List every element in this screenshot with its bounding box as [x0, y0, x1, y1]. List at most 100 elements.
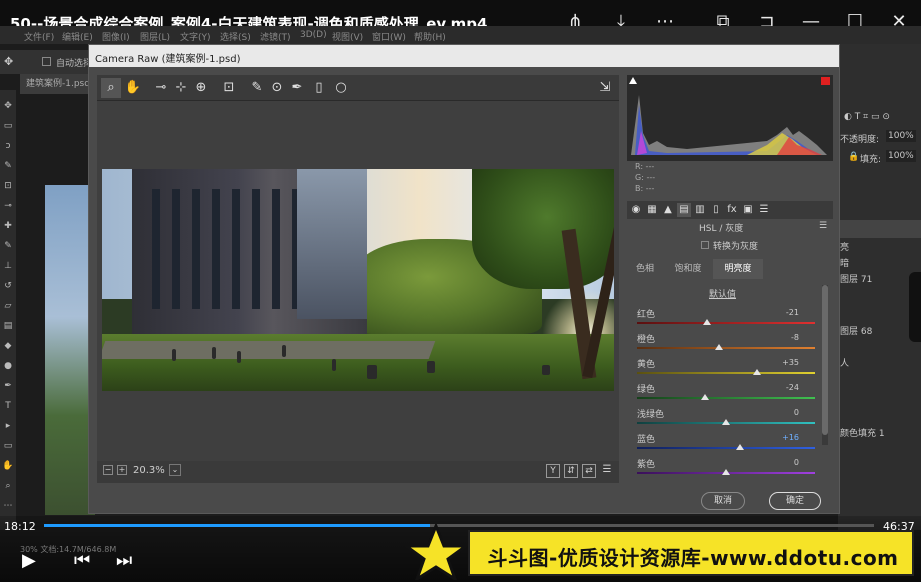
slider-track[interactable] — [637, 397, 815, 399]
auto-select-checkbox[interactable] — [42, 57, 51, 66]
layer-row[interactable]: 图层 68 — [840, 324, 872, 337]
layer-row[interactable]: 人 — [840, 356, 849, 369]
slider-value[interactable]: 0 — [759, 408, 799, 417]
effects-icon[interactable]: fx — [725, 203, 739, 217]
slider-value[interactable]: -8 — [759, 333, 799, 342]
layer-filter-icons[interactable]: ◐ T ⌗ ▭ ⊙ — [844, 112, 890, 122]
shadow-clip-icon[interactable] — [629, 77, 637, 84]
slider-thumb[interactable] — [722, 469, 730, 475]
ps-menu-item[interactable]: 帮助(H) — [414, 30, 446, 43]
slider-track[interactable] — [637, 372, 815, 374]
grayscale-checkbox[interactable] — [701, 241, 709, 249]
ps-menu-item[interactable]: 图像(I) — [102, 30, 130, 43]
tab-luminance[interactable]: 明亮度 — [713, 259, 763, 279]
hsl-icon[interactable]: ▤ — [677, 203, 691, 217]
slider-value[interactable]: -21 — [759, 308, 799, 317]
before-after-icon[interactable]: Y — [546, 464, 560, 478]
history-brush-icon[interactable]: ↺ — [2, 280, 14, 292]
ps-menu-item[interactable]: 滤镜(T) — [260, 30, 291, 43]
ok-button[interactable]: 确定 — [769, 492, 821, 510]
slider-value[interactable]: 0 — [759, 458, 799, 467]
eraser-icon[interactable]: ▱ — [2, 300, 14, 312]
radial-filter-icon[interactable]: ○ — [331, 78, 351, 98]
side-expand-handle[interactable] — [909, 272, 921, 342]
slider-value[interactable]: -24 — [759, 383, 799, 392]
zoom-icon[interactable]: ⌕ — [2, 480, 14, 492]
ps-menu-item[interactable]: 3D(D) — [300, 30, 327, 40]
next-icon[interactable]: ⏭ — [116, 550, 132, 571]
slider-thumb[interactable] — [703, 319, 712, 325]
cancel-button[interactable]: 取消 — [701, 492, 745, 510]
slider-value[interactable]: +16 — [759, 433, 799, 442]
panel-scrollbar-thumb[interactable] — [822, 285, 828, 435]
layer-row[interactable]: 颜色填充 1 — [840, 426, 885, 439]
white-balance-icon[interactable]: ⊸ — [151, 78, 171, 98]
move-icon[interactable]: ✥ — [2, 100, 14, 112]
presets-icon[interactable]: ☰ — [757, 203, 771, 217]
ps-menu-item[interactable]: 文字(Y) — [180, 30, 211, 43]
basic-panel-icon[interactable]: ◉ — [629, 203, 643, 217]
detail-icon[interactable]: ▲ — [661, 203, 675, 217]
red-eye-icon[interactable]: ⊙ — [267, 78, 287, 98]
eyedropper-icon[interactable]: ⊸ — [2, 200, 14, 212]
zoom-dropdown-icon[interactable]: ⌄ — [169, 464, 181, 476]
ps-menu-item[interactable]: 视图(V) — [332, 30, 363, 43]
move-tool-icon[interactable]: ✥ — [4, 55, 13, 68]
fill-input[interactable]: 100% — [886, 150, 916, 162]
more-tools-icon[interactable]: ⋯ — [2, 500, 14, 512]
slider-thumb[interactable] — [722, 419, 730, 425]
path-select-icon[interactable]: ▸ — [2, 420, 14, 432]
ps-menu-item[interactable]: 编辑(E) — [62, 30, 93, 43]
image-preview-area[interactable] — [97, 101, 619, 461]
swap-icon[interactable]: ⇵ — [564, 464, 578, 478]
layer-row[interactable]: 亮 — [840, 240, 849, 253]
dodge-icon[interactable]: ● — [2, 360, 14, 372]
tab-saturation[interactable]: 饱和度 — [667, 259, 709, 279]
lasso-icon[interactable]: ↄ — [2, 140, 14, 152]
slider-thumb[interactable] — [714, 344, 723, 350]
ps-menu-item[interactable]: 窗口(W) — [372, 30, 406, 43]
slider-thumb[interactable] — [700, 394, 709, 400]
slider-thumb[interactable] — [753, 369, 762, 375]
layer-row-selected[interactable] — [838, 220, 921, 238]
blur-icon[interactable]: ◆ — [2, 340, 14, 352]
ps-menu-item[interactable]: 文件(F) — [24, 30, 54, 43]
camera-calibration-icon[interactable]: ▣ — [741, 203, 755, 217]
target-adjust-icon[interactable]: ⊕ — [191, 78, 211, 98]
toggle-settings-icon[interactable]: ☰ — [600, 464, 614, 478]
stamp-icon[interactable]: ⊥ — [2, 260, 14, 272]
shape-icon[interactable]: ▭ — [2, 440, 14, 452]
lock-icon[interactable]: 🔒 — [848, 152, 859, 162]
doc-tab[interactable]: 建筑案例-1.psd — [20, 74, 90, 94]
open-preferences-icon[interactable]: ⇲ — [595, 78, 615, 98]
opacity-input[interactable]: 100% — [886, 130, 916, 142]
heal-icon[interactable]: ✚ — [2, 220, 14, 232]
slider-track[interactable] — [637, 447, 815, 449]
adjustment-brush-icon[interactable]: ✒ — [287, 78, 307, 98]
graduated-filter-icon[interactable]: ▯ — [309, 78, 329, 98]
ps-menu-item[interactable]: 图层(L) — [140, 30, 170, 43]
hand-tool-icon[interactable]: ✋ — [123, 78, 143, 98]
panel-menu-icon[interactable]: ☰ — [819, 221, 827, 231]
color-sampler-icon[interactable]: ⊹ — [171, 78, 191, 98]
crop-icon[interactable]: ⊡ — [2, 180, 14, 192]
play-icon[interactable]: ▶ — [22, 550, 36, 571]
type-icon[interactable]: T — [2, 400, 14, 412]
tab-hue[interactable]: 色相 — [627, 259, 663, 279]
zoom-in-icon[interactable]: + — [117, 465, 127, 475]
default-link[interactable]: 默认值 — [709, 287, 736, 300]
slider-thumb[interactable] — [736, 444, 745, 450]
tone-curve-icon[interactable]: ▦ — [645, 203, 659, 217]
copy-settings-icon[interactable]: ⇄ — [582, 464, 596, 478]
pen-icon[interactable]: ✒ — [2, 380, 14, 392]
zoom-out-icon[interactable]: − — [103, 465, 113, 475]
crop-tool-icon[interactable]: ⊡ — [219, 78, 239, 98]
quick-select-icon[interactable]: ✎ — [2, 160, 14, 172]
highlight-clip-icon[interactable] — [821, 77, 830, 85]
layer-row[interactable]: 暗 — [840, 256, 849, 269]
slider-track[interactable] — [637, 347, 815, 349]
previous-icon[interactable]: ⏮ — [74, 550, 90, 571]
gradient-icon[interactable]: ▤ — [2, 320, 14, 332]
brush-icon[interactable]: ✎ — [2, 240, 14, 252]
slider-track[interactable] — [637, 322, 815, 324]
